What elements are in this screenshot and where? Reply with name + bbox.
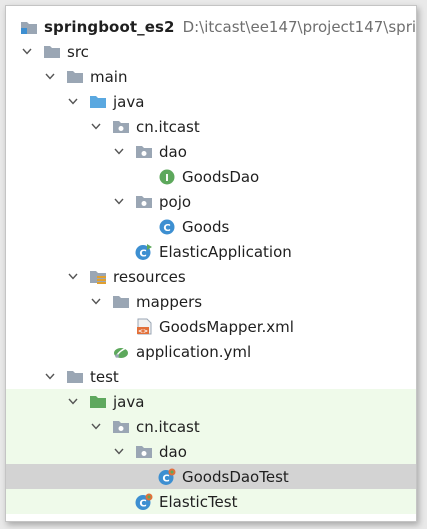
package-label: dao: [159, 142, 187, 161]
svg-text:C: C: [139, 248, 146, 259]
file-label: GoodsDaoTest: [182, 467, 289, 486]
tree-row-goods[interactable]: C Goods: [6, 214, 416, 239]
folder-icon: [112, 294, 130, 310]
file-label: ElasticTest: [159, 492, 238, 511]
folder-icon: [43, 44, 61, 60]
project-folder-icon: [20, 19, 38, 35]
test-root-folder-icon: [89, 394, 107, 410]
folder-label: java: [113, 392, 145, 411]
chevron-down-icon[interactable]: [89, 420, 103, 434]
chevron-down-icon[interactable]: [43, 370, 57, 384]
folder-label: mappers: [136, 292, 203, 311]
chevron-down-icon[interactable]: [66, 395, 80, 409]
tree-row-goods-dao-test[interactable]: C GoodsDaoTest: [6, 464, 416, 489]
folder-label: java: [113, 92, 145, 111]
project-name: springboot_es2: [44, 17, 175, 36]
interface-icon: I: [158, 169, 176, 185]
source-root-folder-icon: [89, 94, 107, 110]
package-label: pojo: [159, 192, 192, 211]
package-icon: [135, 444, 153, 460]
class-icon: C: [158, 219, 176, 235]
chevron-down-icon[interactable]: [89, 295, 103, 309]
package-icon: [112, 419, 130, 435]
spring-boot-class-icon: C: [135, 243, 153, 260]
file-label: ElasticApplication: [159, 242, 292, 261]
folder-label: src: [67, 42, 89, 61]
tree-row-goods-mapper[interactable]: <> GoodsMapper.xml: [6, 314, 416, 339]
chevron-down-icon[interactable]: [89, 120, 103, 134]
package-label: dao: [159, 442, 187, 461]
tree-row-main-java[interactable]: java: [6, 89, 416, 114]
folder-icon: [66, 369, 84, 385]
tree-row-resources[interactable]: resources: [6, 264, 416, 289]
project-tree-panel: springboot_es2 D:\itcast\ee147\project14…: [5, 5, 417, 522]
package-icon: [135, 194, 153, 210]
tree-row-elastic-application[interactable]: C ElasticApplication: [6, 239, 416, 264]
spring-config-file-icon: [112, 344, 130, 360]
project-path: D:\itcast\ee147\project147\spring: [182, 17, 417, 36]
folder-icon: [66, 69, 84, 85]
svg-text:<>: <>: [138, 328, 148, 335]
resources-folder-icon: [89, 269, 107, 285]
tree-row-test[interactable]: test: [6, 364, 416, 389]
chevron-down-icon[interactable]: [112, 195, 126, 209]
folder-label: main: [90, 67, 128, 86]
chevron-down-icon[interactable]: [66, 95, 80, 109]
tree-row-test-dao[interactable]: dao: [6, 439, 416, 464]
tree-row-main-package[interactable]: cn.itcast: [6, 114, 416, 139]
tree-row-mappers[interactable]: mappers: [6, 289, 416, 314]
chevron-down-icon[interactable]: [66, 270, 80, 284]
folder-label: test: [90, 367, 119, 386]
tree-row-pojo[interactable]: pojo: [6, 189, 416, 214]
tree-row-project[interactable]: springboot_es2 D:\itcast\ee147\project14…: [6, 14, 416, 39]
svg-text:C: C: [163, 223, 170, 234]
package-icon: [112, 119, 130, 135]
chevron-down-icon[interactable]: [20, 45, 34, 59]
svg-text:C: C: [139, 498, 146, 509]
package-icon: [135, 144, 153, 160]
tree-row-dao[interactable]: dao: [6, 139, 416, 164]
file-label: Goods: [182, 217, 230, 236]
tree-row-test-package[interactable]: cn.itcast: [6, 414, 416, 439]
chevron-down-icon[interactable]: [43, 70, 57, 84]
svg-text:I: I: [165, 173, 169, 184]
tree-row-elastic-test[interactable]: C ElasticTest: [6, 489, 416, 514]
tree-row-goods-dao[interactable]: I GoodsDao: [6, 164, 416, 189]
xml-file-icon: <>: [135, 318, 153, 335]
tree-row-src[interactable]: src: [6, 39, 416, 64]
file-label: GoodsMapper.xml: [159, 317, 294, 336]
chevron-down-icon[interactable]: [112, 445, 126, 459]
file-label: GoodsDao: [182, 167, 260, 186]
file-label: application.yml: [136, 342, 252, 361]
tree-row-application-yml[interactable]: application.yml: [6, 339, 416, 364]
tree-row-test-java[interactable]: java: [6, 389, 416, 414]
tree-row-main[interactable]: main: [6, 64, 416, 89]
folder-label: resources: [113, 267, 186, 286]
test-class-icon: C: [158, 468, 176, 485]
package-label: cn.itcast: [136, 117, 200, 136]
test-class-icon: C: [135, 493, 153, 510]
package-label: cn.itcast: [136, 417, 200, 436]
svg-text:C: C: [162, 473, 169, 484]
chevron-down-icon[interactable]: [112, 145, 126, 159]
